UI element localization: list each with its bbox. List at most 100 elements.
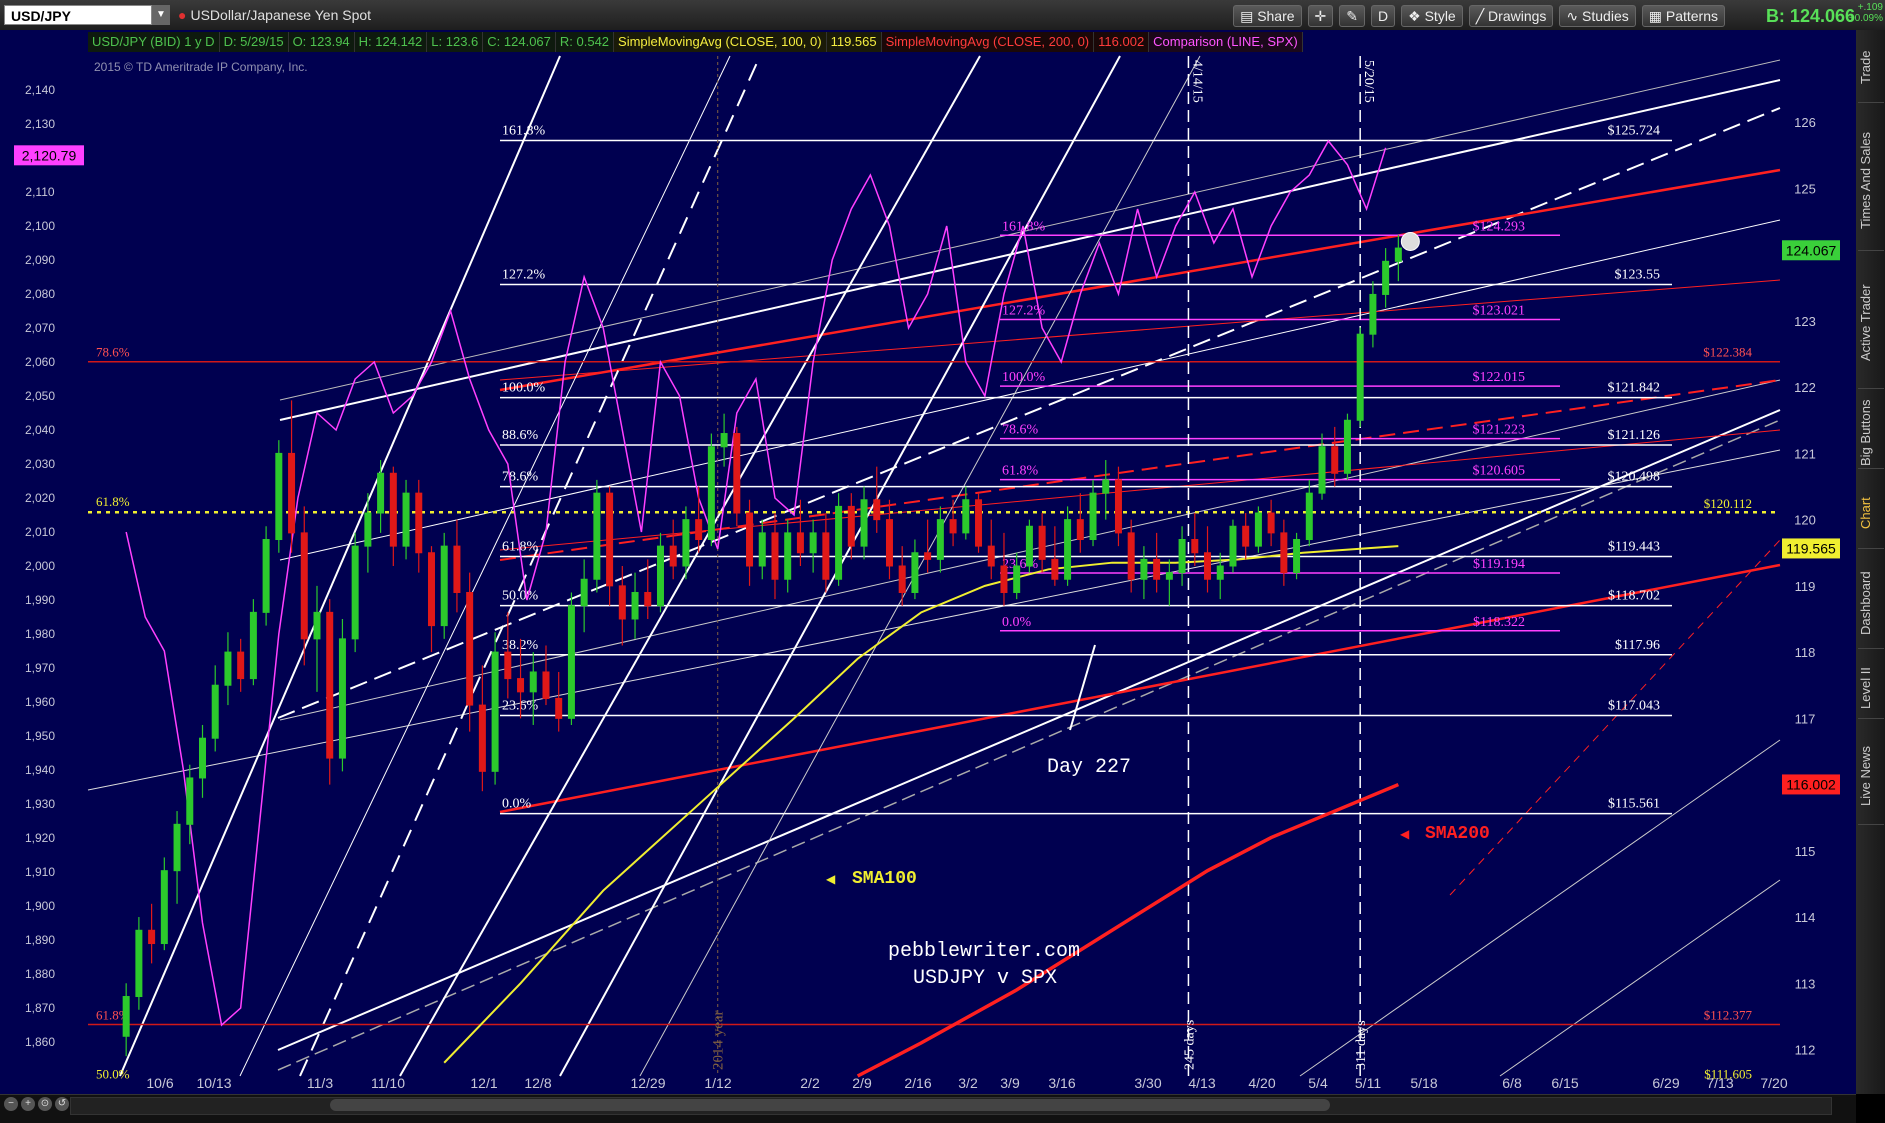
fib-price-label: $115.561 (1608, 797, 1660, 812)
sma100-arrow-icon: ◀ (826, 872, 836, 886)
candle-body (898, 565, 906, 593)
sidebar-tab-chart[interactable]: Chart (1858, 478, 1884, 549)
x-axis-tick: 3/30 (1134, 1075, 1161, 1091)
candle-body (1254, 512, 1262, 547)
zoom-out-icon[interactable]: − (4, 1097, 18, 1111)
candle-body (1089, 492, 1097, 541)
sidebar-tab-dashboard[interactable]: Dashboard (1858, 558, 1884, 649)
candle-body (809, 532, 817, 554)
x-axis-tick: 11/3 (307, 1075, 333, 1091)
fib-price-label: $118.702 (1608, 589, 1660, 604)
candle-body (148, 929, 156, 945)
candle-body (1369, 293, 1377, 335)
candle-body (924, 552, 932, 560)
x-axis-tick: 4/20 (1248, 1075, 1275, 1091)
zoom-reset-icon[interactable]: ↺ (55, 1097, 69, 1111)
sidebar-tab-active-trader[interactable]: Active Trader (1858, 258, 1884, 389)
bottom-fib-pct: 50.0% (96, 1067, 130, 1082)
fib-yellow-pct: 61.8% (96, 494, 130, 509)
left-axis-tick: 1,920 (25, 831, 55, 845)
candle-body (186, 777, 194, 825)
left-axis-tick: 1,950 (25, 729, 55, 743)
x-axis-tick: 6/8 (1502, 1075, 1522, 1091)
left-axis-tick: 1,860 (25, 1035, 55, 1049)
fib-price-label: $121.842 (1608, 381, 1661, 396)
candle-body (262, 539, 270, 613)
right-axis-tick: 120 (1794, 513, 1816, 528)
scrollbar-thumb[interactable] (330, 1099, 1330, 1111)
x-axis-tick: 3/16 (1048, 1075, 1075, 1091)
price-chart[interactable]: 1121131141151161171181191201211221231241… (0, 0, 1856, 1094)
candle-body (198, 737, 206, 779)
day-annotation: Day 227 (1047, 756, 1131, 779)
fib-magenta-price: $122.015 (1473, 370, 1526, 385)
candle-body (618, 585, 626, 620)
left-axis-tick: 2,020 (25, 491, 55, 505)
candle-body (351, 545, 359, 640)
candle-body (466, 591, 474, 706)
zoom-in-icon[interactable]: + (21, 1097, 35, 1111)
candle-body (338, 638, 346, 759)
vertical-marker-top-label: 5/20/15 (1361, 60, 1376, 103)
left-axis-tick: 2,000 (25, 559, 55, 573)
candle-body (326, 611, 334, 759)
candle-body (122, 996, 130, 1037)
candle-body (288, 452, 296, 534)
bottom-fib-price: $111.605 (1704, 1067, 1752, 1082)
x-axis-tick: 5/18 (1410, 1075, 1437, 1091)
left-axis-tick: 1,960 (25, 695, 55, 709)
candle-body (656, 545, 664, 607)
candle-body (873, 499, 881, 521)
x-axis-tick: 10/6 (146, 1075, 173, 1091)
candle-body (606, 492, 614, 587)
candle-body (478, 704, 486, 772)
zoom-fit-icon[interactable]: ⊙ (38, 1097, 52, 1111)
left-axis-tick: 2,110 (25, 185, 54, 199)
candle-body (517, 678, 525, 693)
sidebar-tab-trade[interactable]: Trade (1858, 32, 1884, 103)
sidebar-tab-big-buttons[interactable]: Big Buttons (1858, 398, 1884, 469)
fib-red-price: $122.384 (1703, 345, 1752, 360)
candle-body (1140, 558, 1148, 580)
left-axis-tick: 2,140 (25, 83, 55, 97)
sma100-annotation: SMA100 (852, 869, 917, 889)
candle-body (377, 472, 385, 514)
fib-pct-label: 127.2% (502, 268, 546, 283)
sma100-legend[interactable]: SimpleMovingAvg (CLOSE, 100, 0) (614, 32, 827, 52)
quote-label[interactable]: USD/JPY (BID) 1 y D (88, 32, 220, 52)
high-label: H: 124.142 (354, 32, 428, 52)
candle-body (1013, 565, 1021, 593)
sidebar-tab-level-ii[interactable]: Level II (1858, 658, 1884, 719)
candle-body (962, 499, 970, 534)
fib-magenta-pct: 61.8% (1002, 464, 1039, 479)
sidebar-tab-times-and-sales[interactable]: Times And Sales (1858, 110, 1884, 251)
x-axis-tick: 10/13 (196, 1075, 231, 1091)
right-axis-tick: 113 (1795, 976, 1816, 991)
left-axis-tick: 2,040 (25, 423, 55, 437)
x-axis-tick: 5/4 (1308, 1075, 1328, 1091)
fib-pct-label: 78.6% (502, 470, 539, 485)
candle-body (949, 519, 957, 534)
candle-body (822, 532, 830, 580)
comparison-legend[interactable]: Comparison (LINE, SPX) (1149, 32, 1303, 52)
candle-body (275, 452, 283, 541)
candle-body (1114, 479, 1122, 534)
fib-price-label: $125.724 (1608, 124, 1661, 139)
x-axis-tick: 2/9 (852, 1075, 872, 1091)
left-axis-tick: 2,130 (25, 117, 55, 131)
candle-body (415, 492, 423, 554)
candle-body (1127, 532, 1135, 580)
sidebar-tab-live-news[interactable]: Live News (1858, 728, 1884, 825)
candle-body (771, 532, 779, 580)
fib-price-label: $117.96 (1615, 638, 1660, 653)
fib-price-label: $120.498 (1608, 470, 1661, 485)
candle-body (453, 545, 461, 593)
candle-body (555, 697, 563, 719)
candle-body (440, 545, 448, 627)
candle-body (504, 651, 512, 680)
candle-body (936, 519, 944, 560)
sma200-legend[interactable]: SimpleMovingAvg (CLOSE, 200, 0) (881, 32, 1095, 52)
fib-pct-label: 50.0% (502, 589, 539, 604)
fib-price-label: $119.443 (1608, 540, 1660, 555)
fib-pct-label: 161.8% (502, 124, 546, 139)
